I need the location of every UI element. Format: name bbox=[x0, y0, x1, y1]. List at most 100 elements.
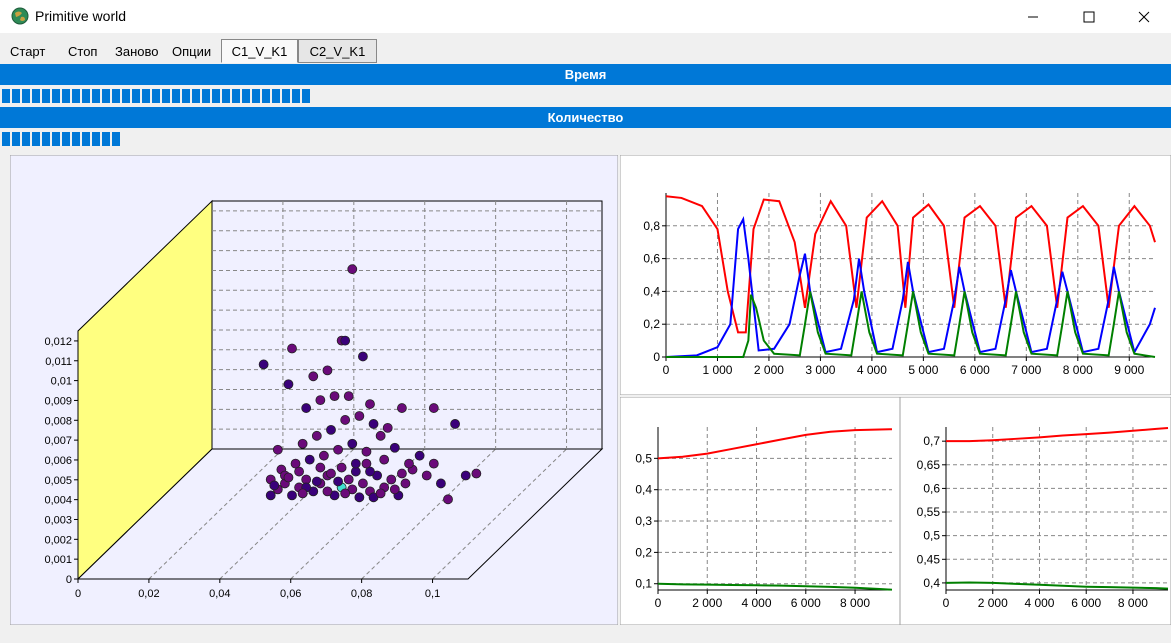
y-tick-label: 0,6 bbox=[643, 252, 660, 266]
y-tick-label: 0 bbox=[653, 350, 660, 364]
progress-block bbox=[202, 89, 210, 103]
maximize-button[interactable] bbox=[1066, 0, 1112, 33]
x-tick-label: 0,08 bbox=[351, 588, 372, 600]
scatter-point bbox=[333, 476, 343, 487]
scatter-point bbox=[340, 488, 351, 499]
progress-block bbox=[232, 89, 240, 103]
x-tick-label: 8 000 bbox=[1063, 363, 1093, 377]
scatter-point bbox=[354, 411, 365, 421]
menu-start[interactable]: Старт bbox=[10, 44, 45, 59]
progress-block bbox=[62, 89, 70, 103]
progress-block bbox=[182, 89, 190, 103]
progress-block bbox=[72, 132, 80, 146]
menu-options[interactable]: Опции bbox=[172, 44, 211, 59]
scatter-point bbox=[322, 365, 333, 376]
scatter-point bbox=[283, 379, 294, 390]
progress-block bbox=[52, 132, 60, 146]
progress-block bbox=[72, 89, 80, 103]
progress-block bbox=[122, 89, 130, 103]
scatter-point bbox=[386, 474, 397, 485]
progress-block bbox=[52, 89, 60, 103]
x-tick-label: 7 000 bbox=[1011, 363, 1041, 377]
y-tick-label: 0,55 bbox=[917, 505, 941, 519]
progress-block bbox=[192, 89, 200, 103]
scatter-point bbox=[343, 474, 354, 485]
app-globe-icon bbox=[10, 6, 30, 26]
scatter-point bbox=[347, 264, 358, 275]
scatter-point bbox=[301, 403, 312, 413]
x-tick-label: 6 000 bbox=[960, 363, 990, 377]
scatter-point bbox=[258, 359, 269, 370]
progress-block bbox=[132, 89, 140, 103]
x-tick-label: 6 000 bbox=[791, 596, 821, 610]
x-tick-label: 4 000 bbox=[857, 363, 887, 377]
y-tick-label: 0,4 bbox=[923, 576, 940, 590]
x-tick-label: 0 bbox=[655, 596, 662, 610]
ratio-chart-left: 0 2 000 4 000 6 000 8 000 0,1 0,2 0,3 0,4 0,5 bbox=[620, 397, 900, 625]
progress-block bbox=[282, 89, 290, 103]
scatter-point bbox=[389, 484, 400, 495]
scatter-point bbox=[294, 466, 304, 477]
scatter-point bbox=[343, 391, 354, 402]
y-tick-label: 0,4 bbox=[635, 483, 652, 497]
scatter-point bbox=[322, 486, 333, 497]
scatter-point bbox=[304, 454, 315, 465]
window-title: Primitive world bbox=[35, 8, 127, 24]
tab-c2-v-k1[interactable]: C2_V_K1 bbox=[298, 39, 377, 63]
menu-restart[interactable]: Заново bbox=[115, 44, 158, 59]
close-button[interactable] bbox=[1121, 0, 1167, 33]
title-bar[interactable]: Primitive world bbox=[0, 0, 1171, 33]
tab-c1-v-k1[interactable]: C1_V_K1 bbox=[221, 39, 298, 63]
y-tick-label: 0,006 bbox=[44, 455, 72, 467]
population-chart-panel bbox=[620, 155, 1171, 395]
scatter-point bbox=[421, 470, 432, 481]
scatter-point bbox=[428, 458, 439, 469]
scatter-point bbox=[460, 470, 471, 481]
x-tick-label: 5 000 bbox=[908, 363, 938, 377]
scatter-point bbox=[329, 391, 340, 402]
progress-block bbox=[92, 132, 100, 146]
x-tick-label: 0 bbox=[75, 588, 81, 600]
x-tick-label: 0,02 bbox=[138, 588, 159, 600]
progress-block bbox=[82, 132, 90, 146]
maximize-icon bbox=[1083, 11, 1095, 22]
scatter-point bbox=[382, 422, 393, 433]
scatter-point bbox=[365, 399, 375, 409]
scatter-point bbox=[400, 478, 411, 489]
scatter-point bbox=[358, 478, 368, 489]
progress-block bbox=[172, 89, 180, 103]
scatter-point bbox=[308, 371, 319, 382]
scatter-point bbox=[326, 468, 336, 479]
progress-block bbox=[82, 89, 90, 103]
progress-block bbox=[32, 89, 40, 103]
x-tick-label: 0 bbox=[943, 596, 950, 610]
scatter-point bbox=[311, 476, 322, 487]
y-tick-label: 0,4 bbox=[643, 284, 660, 298]
scatter-point bbox=[375, 430, 386, 441]
progress-block bbox=[22, 132, 30, 146]
population-line-chart: 0 1 000 2 000 3 000 4 000 5 000 6 000 7 000 8 00… bbox=[620, 155, 1171, 395]
x-tick-label: 0,04 bbox=[209, 588, 230, 600]
x-tick-label: 2 000 bbox=[692, 596, 722, 610]
scatter-point bbox=[287, 490, 297, 501]
scatter-point bbox=[297, 438, 308, 449]
x-tick-label: 4 000 bbox=[1024, 596, 1054, 610]
scatter-point bbox=[315, 395, 326, 406]
scatter-point bbox=[414, 450, 425, 461]
progress-block bbox=[22, 89, 30, 103]
minimize-button[interactable] bbox=[1010, 0, 1056, 33]
scatter-point bbox=[354, 492, 365, 503]
scatter-point bbox=[315, 462, 326, 473]
progress-block bbox=[12, 132, 20, 146]
x-tick-label: 1 000 bbox=[702, 363, 732, 377]
x-tick-label: 2 000 bbox=[754, 363, 784, 377]
y-tick-label: 0,2 bbox=[635, 545, 652, 559]
y-tick-label: 0,001 bbox=[44, 554, 72, 566]
scatter-point bbox=[389, 442, 400, 453]
time-header: Время bbox=[0, 64, 1171, 85]
scatter-point bbox=[471, 468, 482, 479]
y-tick-label: 0,45 bbox=[917, 552, 941, 566]
ratio-chart-right: 0 2 000 4 000 6 000 8 000 0,4 0,45 0,5 0,55 0,6 0,… bbox=[900, 397, 1171, 625]
menu-stop[interactable]: Стоп bbox=[68, 44, 97, 59]
y-tick-label: 0,2 bbox=[643, 317, 660, 331]
